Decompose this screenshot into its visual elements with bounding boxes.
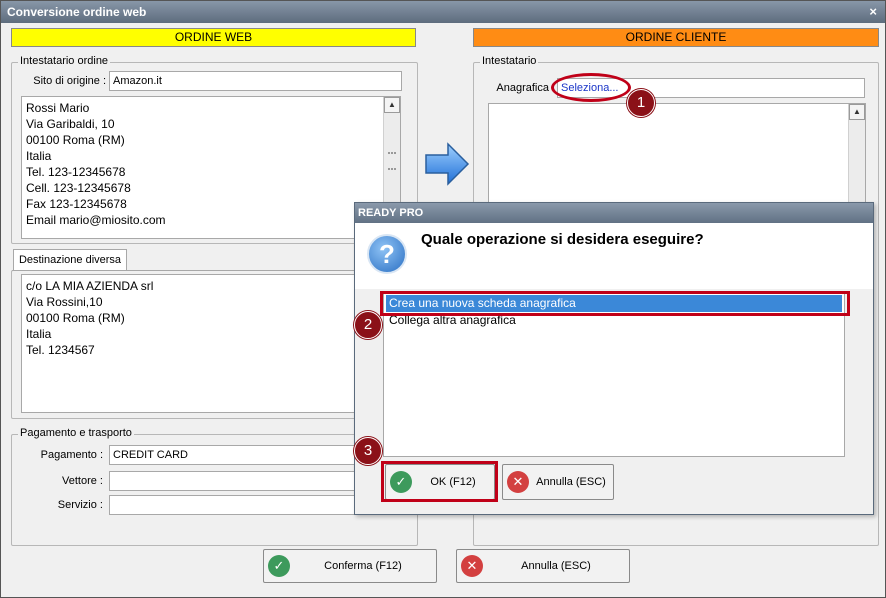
x-icon: ✕ — [507, 471, 529, 493]
pagamento-label: Pagamento : — [40, 449, 103, 461]
address-line: Italia — [26, 327, 52, 341]
conferma-label: Conferma (F12) — [324, 560, 402, 572]
group-title: Intestatario — [480, 55, 539, 67]
dialog-title: READY PRO — [355, 203, 873, 223]
annulla-button[interactable]: ✕ Annulla (ESC) — [456, 549, 630, 583]
question-icon: ? — [367, 234, 407, 274]
ready-pro-dialog: READY PRO ? Quale operazione si desidera… — [354, 202, 874, 515]
address-line: 00100 Roma (RM) — [26, 133, 125, 147]
callout-box-2 — [380, 291, 850, 316]
annulla-dialog-label: Annulla (ESC) — [536, 476, 606, 488]
destinazione-address[interactable]: c/o LA MIA AZIENDA srl Via Rossini,10 00… — [21, 274, 401, 413]
address-line: Rossi Mario — [26, 101, 90, 115]
address-line: 00100 Roma (RM) — [26, 311, 125, 325]
check-icon: ✓ — [268, 555, 290, 577]
anagrafica-label: Anagrafica — [496, 82, 549, 94]
callout-box-3 — [381, 461, 498, 502]
conferma-button[interactable]: ✓ Conferma (F12) — [263, 549, 437, 583]
callout-ring-1 — [551, 73, 631, 102]
servizio-label: Servizio : — [57, 499, 103, 511]
callout-badge-2: 2 — [354, 311, 382, 339]
pagamento-field[interactable]: CREDIT CARD — [109, 445, 357, 465]
scroll-grip[interactable] — [388, 152, 396, 170]
scroll-up-icon[interactable]: ▲ — [384, 97, 400, 113]
sito-field[interactable]: Amazon.it — [109, 71, 402, 91]
ordine-web-header: ORDINE WEB — [11, 28, 416, 47]
tab-destinazione-diversa[interactable]: Destinazione diversa — [13, 249, 127, 270]
group-title: Intestatario ordine — [18, 55, 111, 67]
window-title: Conversione ordine web — [7, 5, 147, 19]
intestatario-address[interactable]: Rossi Mario Via Garibaldi, 10 00100 Roma… — [21, 96, 401, 239]
annulla-label: Annulla (ESC) — [521, 560, 591, 572]
address-line: Via Rossini,10 — [26, 295, 103, 309]
cliente-scrollbar[interactable]: ▲ — [848, 104, 865, 212]
address-line: Tel. 1234567 — [26, 343, 95, 357]
x-icon: ✕ — [461, 555, 483, 577]
callout-badge-1: 1 — [627, 89, 655, 117]
vettore-field[interactable] — [109, 471, 357, 491]
scroll-up-icon[interactable]: ▲ — [849, 104, 865, 120]
address-line: c/o LA MIA AZIENDA srl — [26, 279, 154, 293]
group-title: Pagamento e trasporto — [18, 427, 134, 439]
address-line: Via Garibaldi, 10 — [26, 117, 115, 131]
arrow-right-icon — [425, 142, 470, 186]
vettore-label: Vettore : — [62, 475, 103, 487]
annulla-dialog-button[interactable]: ✕ Annulla (ESC) — [502, 464, 614, 500]
ordine-cliente-header: ORDINE CLIENTE — [473, 28, 879, 47]
address-line: Cell. 123-12345678 — [26, 181, 131, 195]
window-titlebar: Conversione ordine web × — [1, 1, 885, 23]
servizio-field[interactable] — [109, 495, 357, 515]
address-line: Tel. 123-12345678 — [26, 165, 126, 179]
callout-badge-3: 3 — [354, 437, 382, 465]
address-line: Italia — [26, 149, 52, 163]
cliente-address[interactable] — [488, 103, 866, 213]
dialog-question: Quale operazione si desidera eseguire? — [421, 231, 704, 248]
close-icon[interactable]: × — [869, 1, 877, 23]
sito-label: Sito di origine : — [33, 75, 106, 87]
address-line: Fax 123-12345678 — [26, 197, 127, 211]
address-line: Email mario@miosito.com — [26, 213, 166, 227]
